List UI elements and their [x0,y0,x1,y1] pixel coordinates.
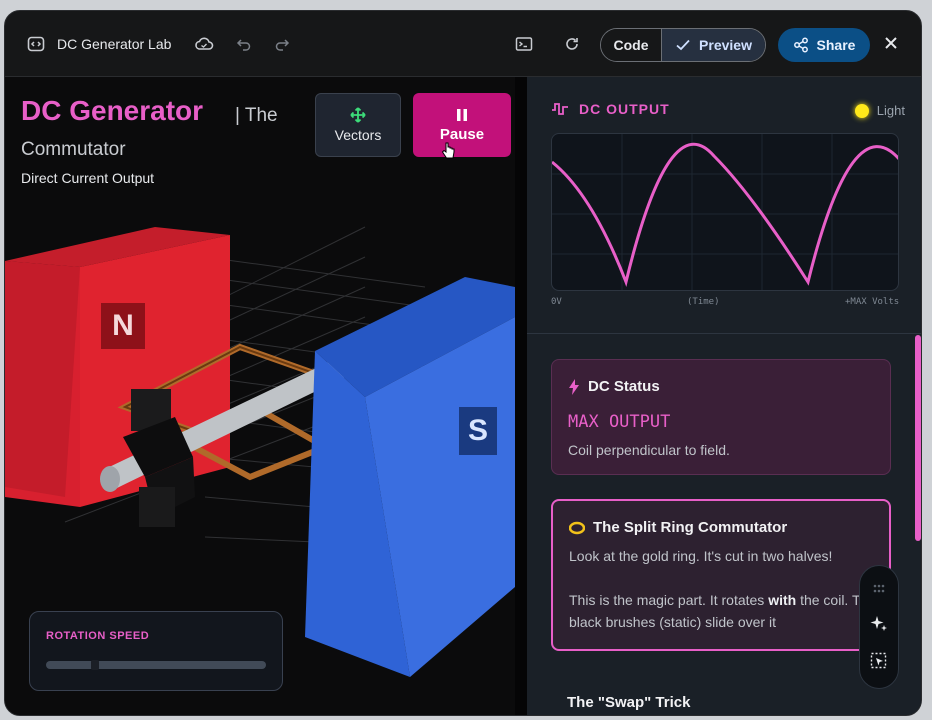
bulb-indicator-icon [854,103,869,118]
select-element-icon[interactable] [870,652,888,670]
title-line2: Commutator [21,139,126,160]
code-brackets-icon [25,33,47,55]
terminal-icon[interactable] [513,33,535,55]
refresh-icon[interactable] [561,33,583,55]
undo-icon[interactable] [233,33,255,55]
south-magnet [305,277,515,677]
page-title: DC Generator [21,95,204,126]
page-subtitle: Direct Current Output [21,170,155,186]
commutator-body: Look at the gold ring. It's cut in two h… [569,545,879,633]
light-label: Light [876,103,905,118]
pause-icon [457,108,467,121]
commutator-para1: Look at the gold ring. It's cut in two h… [569,548,833,564]
app-title-group: DC Generator Lab [25,33,171,55]
top-bar: DC Generator Lab Code Preview Share [5,11,921,77]
output-waveform [552,134,898,290]
floating-toolbar [859,565,899,689]
oscilloscope [551,133,899,291]
commutator-title: The Split Ring Commutator [593,519,788,536]
lightning-icon [569,378,579,395]
waveform-icon [552,103,568,115]
generator-scene[interactable]: N S DC Generator | The Commutator Direct… [5,77,515,715]
hand-cursor-icon [441,142,455,159]
swap-trick-heading: The "Swap" Trick [567,694,691,711]
dc-status-card: DC Status MAX OUTPUT Coil perpendicular … [551,359,891,475]
sparkle-icon[interactable] [870,614,888,632]
code-tab[interactable]: Code [601,29,661,61]
ring-icon [569,521,585,534]
commutator-title-row: The Split Ring Commutator [569,519,787,536]
rotation-speed-label: ROTATION SPEED [46,630,150,642]
axis-time-label: (Time) [687,297,720,307]
drag-handle-icon[interactable] [872,584,886,594]
commutator-card: The Split Ring Commutator Look at the go… [551,499,891,651]
section-divider [527,333,921,334]
dc-output-heading: DC OUTPUT [551,101,670,117]
pause-button[interactable]: Pause [413,93,511,157]
axis-max-label: +MAX Volts [845,297,900,307]
rotation-speed-panel: ROTATION SPEED [29,611,283,691]
move-arrows-icon [350,107,366,123]
cloud-sync-icon[interactable] [193,33,215,55]
dc-output-title: DC OUTPUT [579,101,670,117]
title-suffix: | The [235,105,278,126]
preview-tab[interactable]: Preview [661,29,765,61]
rotation-speed-slider[interactable] [46,660,266,670]
dc-status-title-row: DC Status [568,378,660,395]
close-icon[interactable] [881,33,901,53]
scrollbar[interactable] [915,335,921,541]
dc-status-value: MAX OUTPUT [568,412,671,432]
pause-label: Pause [439,125,485,143]
share-button[interactable]: Share [778,28,870,62]
axis-min-label: 0V [551,297,562,307]
view-toggle: Code Preview [600,28,766,62]
share-label: Share [816,37,856,53]
vectors-button[interactable]: Vectors [315,93,401,157]
info-panel: DC OUTPUT Light 0V (Time) +MAX Volts DC … [527,77,921,715]
panel-divider[interactable] [515,77,527,715]
app-window: DC Generator Lab Code Preview Share N S … [4,10,922,716]
dc-status-detail: Coil perpendicular to field. [568,442,730,458]
share-icon [793,37,808,53]
redo-icon[interactable] [271,33,293,55]
dc-status-title: DC Status [588,378,660,395]
north-pole-label: N [112,309,134,342]
check-icon [676,39,690,51]
light-indicator: Light [854,103,905,118]
preview-label: Preview [699,37,752,53]
app-title: DC Generator Lab [57,36,172,52]
south-pole-label: S [467,414,488,447]
vectors-label: Vectors [334,127,382,143]
slider-thumb[interactable] [90,660,99,670]
commutator-para2: This is the magic part. It rotates with … [569,592,877,630]
